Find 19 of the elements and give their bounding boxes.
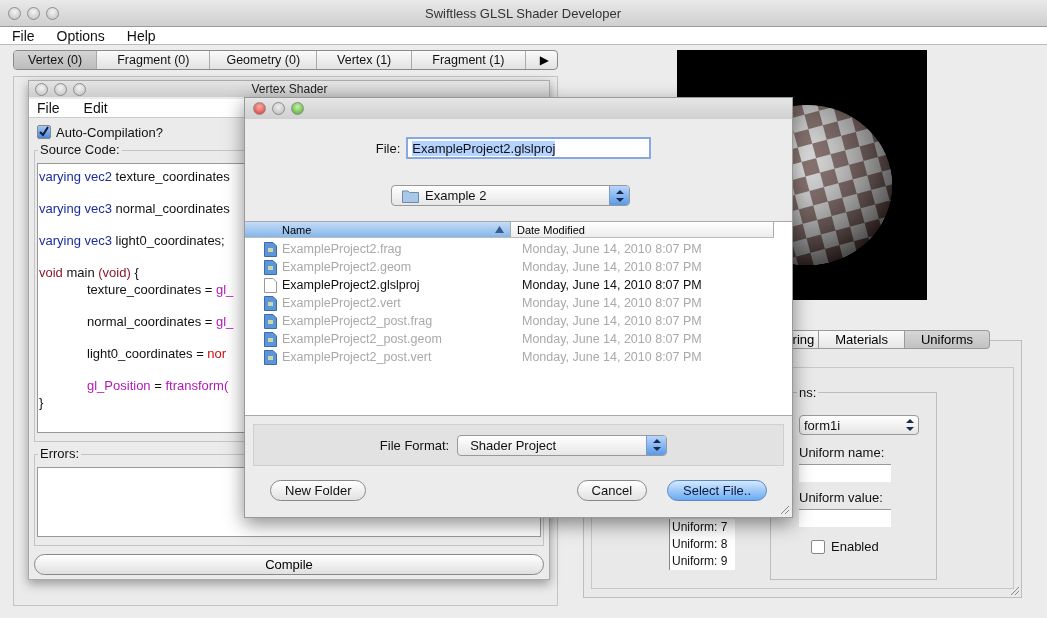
code-line: gl_Position = ftransform( <box>86 377 229 394</box>
code-line: varying vec3 normal_coordinates <box>39 200 230 217</box>
code-line: void main (void) { <box>39 264 139 281</box>
code-line: texture_coordinates = gl_ <box>86 281 234 298</box>
code-line: } <box>39 394 44 411</box>
field-label: Uniform value: <box>799 490 884 505</box>
checkbox-label: Auto-Compilation? <box>56 124 163 140</box>
code-line: normal_coordinates = gl_ <box>86 313 234 330</box>
code-line: light0_coordinates = nor <box>86 345 227 362</box>
checkbox-label: Enabled <box>831 539 879 554</box>
code-line: varying vec3 light0_coordinates; <box>39 232 225 249</box>
field-label: File: <box>375 140 401 156</box>
window-title: Vertex Shader <box>250 83 329 95</box>
field-label: Uniform name: <box>799 445 886 460</box>
group-label: Source Code: <box>38 142 122 157</box>
window-title: Swiftless GLSL Shader Developer <box>423 5 623 21</box>
group-label: Errors: <box>38 446 81 461</box>
code-line: varying vec2 texture_coordinates <box>39 168 230 185</box>
field-label: File Format: <box>379 437 450 453</box>
